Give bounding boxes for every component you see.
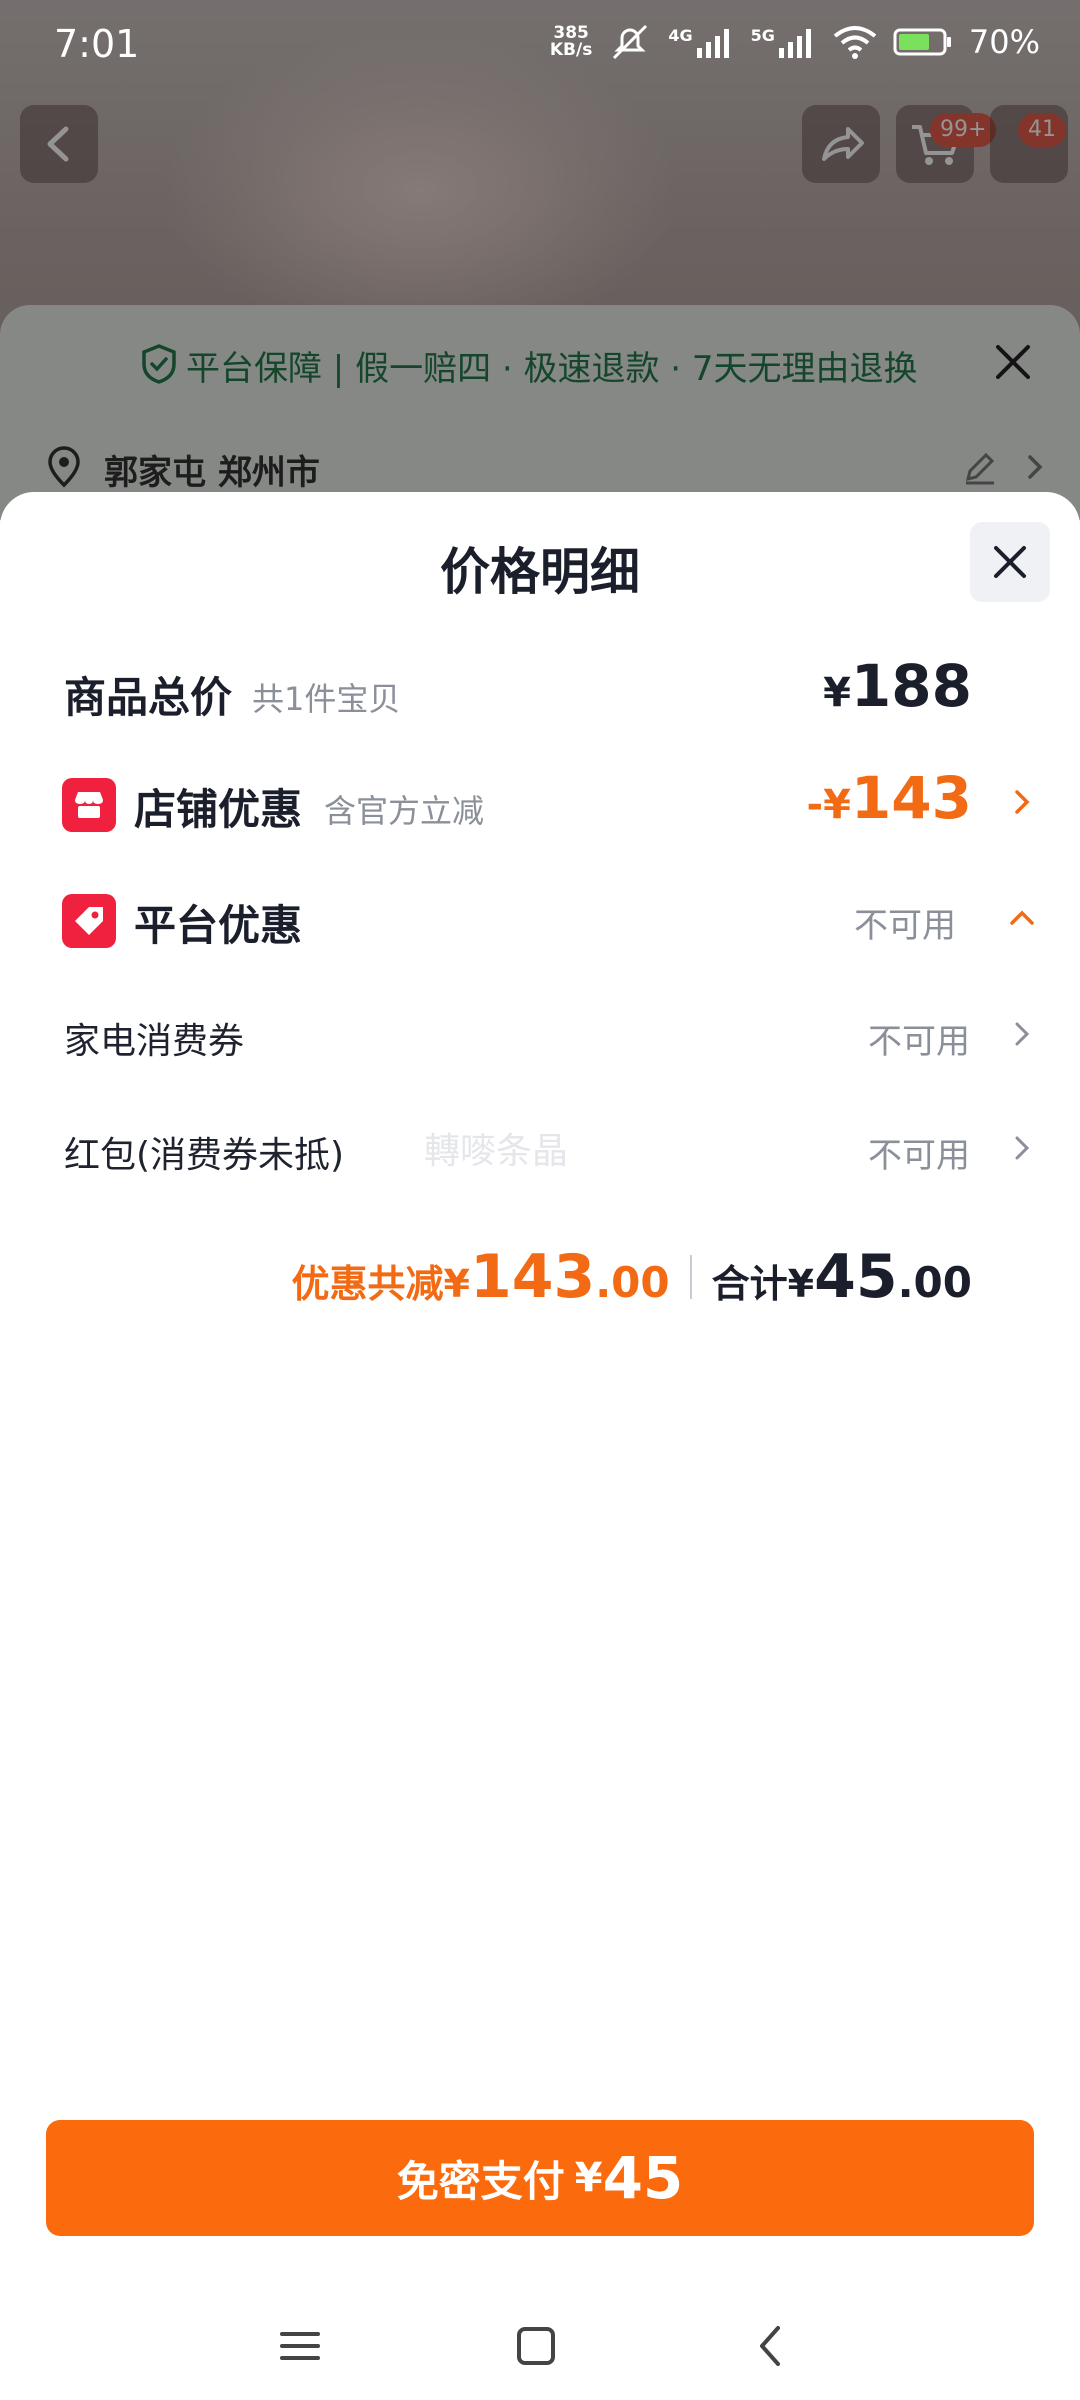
platform-discount-row[interactable]: 平台优惠 不可用 [0, 880, 1080, 960]
battery-icon [893, 28, 951, 56]
close-icon [994, 546, 1026, 578]
goods-total-label: 商品总价 [64, 673, 233, 722]
appliance-coupon-label: 家电消费券 [64, 1021, 245, 1062]
discount-total-dec: .00 [595, 1258, 670, 1307]
platform-discount-label: 平台优惠 [134, 901, 303, 950]
shop-discount-sub: 含官方立减 [324, 792, 485, 830]
close-button[interactable] [970, 522, 1050, 602]
signal-bars-icon [696, 29, 729, 58]
system-nav-bar [0, 2292, 1080, 2400]
goods-total-row: 商品总价 共1件宝贝 ¥188 [0, 652, 1080, 732]
shop-icon [62, 778, 116, 832]
signal-bars-icon [778, 29, 811, 58]
price-detail-sheet: 价格明细 商品总价 共1件宝贝 ¥188 店铺优惠 含官方立减 -¥143 平台… [0, 492, 1080, 2400]
currency-symbol: ¥ [574, 2155, 603, 2201]
status-icons: 385 KB/s 4G 5G 70% [550, 20, 1040, 64]
chevron-right-icon [1015, 790, 1030, 814]
goods-total-amount: 188 [850, 652, 972, 720]
net-speed: 385 KB/s [550, 25, 592, 59]
shop-discount-amount: -¥143 [806, 764, 972, 832]
signal-4g-label: 4G [668, 26, 693, 45]
wifi-icon [833, 26, 877, 59]
watermark-text: 轉嘜条晶 [424, 1131, 569, 1172]
goods-total-count: 共1件宝贝 [252, 680, 401, 718]
goods-total-price: ¥188 [823, 652, 972, 720]
currency-symbol: ¥ [443, 1262, 470, 1306]
chevron-right-icon [1015, 1022, 1030, 1046]
battery-percent: 70% [968, 23, 1040, 61]
status-time: 7:01 [54, 22, 140, 66]
currency-symbol: ¥ [823, 782, 851, 828]
mute-icon [613, 24, 648, 60]
net-speed-unit: KB/s [549, 40, 593, 60]
menu-icon[interactable] [270, 2316, 330, 2376]
shop-discount-row[interactable]: 店铺优惠 含官方立减 -¥143 [0, 764, 1080, 844]
minus-sign: - [806, 782, 824, 828]
password-free-pay-button[interactable]: 免密支付 ¥ 45 [46, 2120, 1034, 2236]
appliance-coupon-row[interactable]: 家电消费券 不可用 [0, 996, 1080, 1076]
platform-discount-status: 不可用 [854, 906, 956, 946]
screen: 99+ 41 平台保障 | 假一赔四 · 极速退款 · 7天无理由退换 郭家屯 … [0, 0, 1080, 2400]
divider [689, 1255, 692, 1299]
signal-5g-label: 5G [750, 26, 775, 45]
sheet-title: 价格明细 [440, 543, 640, 601]
status-bar: 7:01 385 KB/s 4G 5G 70% [0, 0, 1080, 90]
signal-5g: 5G [751, 26, 817, 58]
chevron-right-icon [1015, 1136, 1030, 1160]
chevron-up-icon [1010, 910, 1034, 925]
currency-symbol: ¥ [787, 1262, 815, 1306]
pay-button-label: 免密支付 [396, 2156, 565, 2206]
back-icon[interactable] [742, 2316, 802, 2376]
grand-total-int: 45 [814, 1242, 898, 1312]
coupon-tag-icon [62, 894, 116, 948]
grand-total-label: 合计 [711, 1262, 788, 1306]
signal-4g: 4G [668, 26, 734, 58]
shop-discount-value: 143 [850, 764, 972, 832]
currency-symbol: ¥ [823, 670, 851, 716]
discount-total-label: 优惠共减 [291, 1262, 444, 1306]
home-square-icon[interactable] [506, 2316, 566, 2376]
red-packet-status: 不可用 [868, 1136, 970, 1176]
pay-amount: 45 [602, 2144, 684, 2212]
shop-discount-label: 店铺优惠 [134, 785, 303, 834]
red-packet-label: 红包(消费券未抵) [64, 1135, 345, 1176]
price-summary: 优惠共减 ¥ 143 .00 合计 ¥ 45 .00 [0, 1242, 1080, 1322]
discount-total-int: 143 [469, 1242, 596, 1312]
grand-total-dec: .00 [897, 1258, 972, 1307]
appliance-coupon-status: 不可用 [868, 1022, 970, 1062]
